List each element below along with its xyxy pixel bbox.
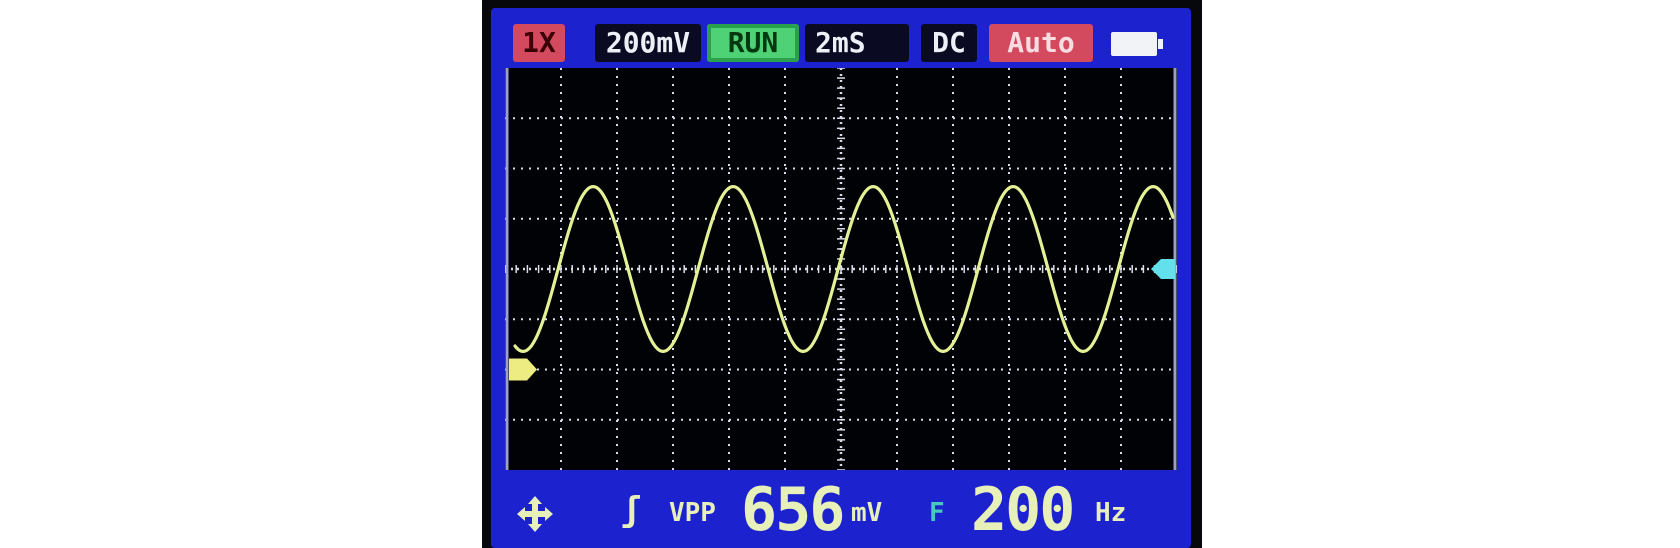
measurement-bar: ʃ VPP 656 mV F 200 Hz [491, 474, 1191, 548]
frequency-unit: Hz [1095, 498, 1127, 528]
time-per-div-label[interactable]: 2mS [805, 24, 909, 62]
frequency-label: F [929, 498, 945, 528]
volts-per-div-label[interactable]: 200mV [595, 24, 701, 62]
waveform-plot [505, 68, 1177, 470]
graticule [505, 68, 1177, 470]
rising-edge-trigger-icon: ʃ [621, 490, 642, 530]
vpp-label: VPP [669, 498, 716, 528]
oscilloscope-screen: 1X 200mV RUN 2mS DC Auto ʃ VPP 656 mV F … [491, 8, 1191, 548]
trigger-level-marker [1151, 259, 1175, 279]
trigger-mode-badge[interactable]: Auto [989, 24, 1093, 62]
battery-full-icon [1111, 32, 1163, 56]
vpp-unit: mV [851, 498, 883, 528]
ground-level-marker [509, 358, 537, 381]
oscilloscope-device: 1X 200mV RUN 2mS DC Auto ʃ VPP 656 mV F … [482, 0, 1202, 548]
four-way-arrow-icon[interactable] [515, 494, 555, 534]
frequency-value: 200 [971, 475, 1075, 545]
coupling-label[interactable]: DC [921, 24, 977, 62]
status-bar: 1X 200mV RUN 2mS DC Auto [491, 8, 1191, 68]
run-status-badge[interactable]: RUN [707, 24, 799, 62]
probe-attenuation-badge[interactable]: 1X [513, 24, 565, 62]
vpp-value: 656 [741, 475, 845, 545]
waveform-display [505, 68, 1177, 470]
